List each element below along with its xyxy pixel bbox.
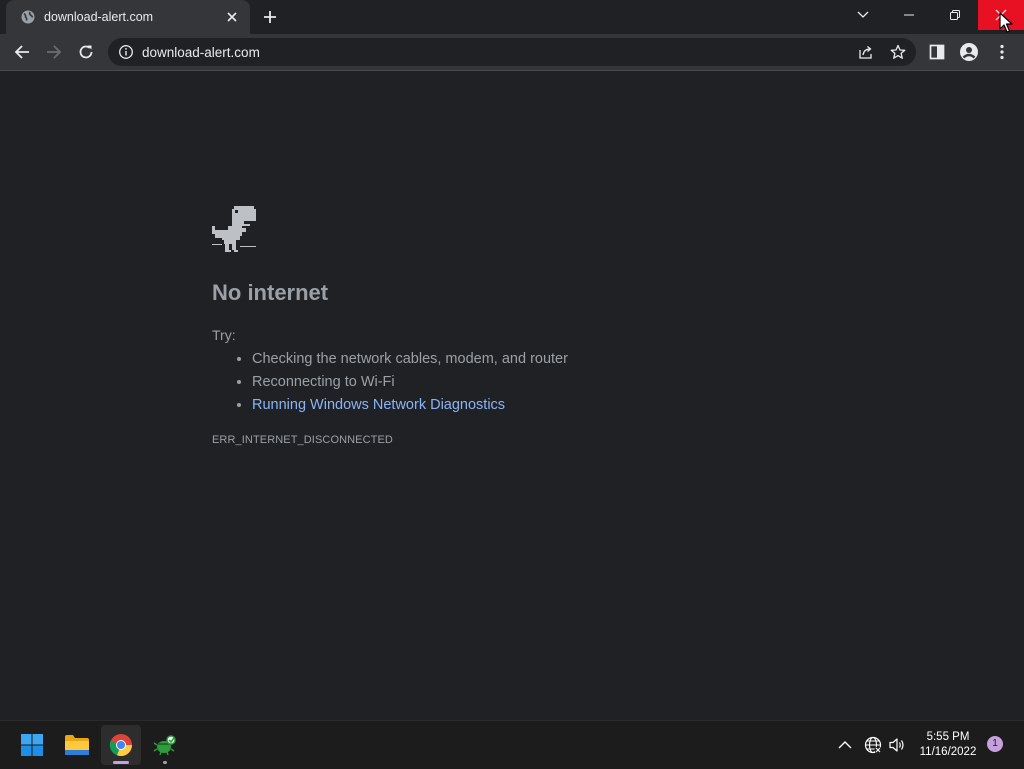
windows-start-icon[interactable] bbox=[12, 725, 52, 765]
system-clock[interactable]: 5:55 PM 11/16/2022 bbox=[916, 730, 980, 760]
clock-date: 11/16/2022 bbox=[919, 746, 977, 758]
error-code: ERR_INTERNET_DISCONNECTED bbox=[212, 434, 393, 446]
arrow-left-icon[interactable] bbox=[12, 42, 32, 62]
address-bar[interactable]: download-alert.com bbox=[108, 38, 916, 66]
list-item: Reconnecting to Wi-Fi bbox=[252, 371, 568, 394]
suggestion-list: Checking the network cables, modem, and … bbox=[212, 348, 568, 417]
side-panel-icon[interactable] bbox=[927, 42, 947, 62]
person-icon[interactable] bbox=[959, 42, 979, 62]
tab-strip: download-alert.com bbox=[0, 0, 1024, 34]
taskbar: 5:55 PM 11/16/2022 bbox=[0, 720, 1024, 769]
share-icon[interactable] bbox=[856, 42, 876, 62]
tab-title: download-alert.com bbox=[44, 10, 154, 24]
plus-icon[interactable] bbox=[262, 9, 278, 25]
dinosaur-icon bbox=[212, 206, 256, 252]
list-item: Running Windows Network Diagnostics bbox=[252, 394, 568, 417]
browser-toolbar: download-alert.com bbox=[0, 34, 1024, 71]
notification-badge[interactable]: 1 bbox=[987, 736, 1003, 752]
list-item: Checking the network cables, modem, and … bbox=[252, 348, 568, 371]
clock-time: 5:55 PM bbox=[926, 731, 970, 743]
close-icon[interactable] bbox=[224, 9, 240, 25]
network-diagnostics-link[interactable]: Running Windows Network Diagnostics bbox=[252, 397, 505, 413]
reload-icon[interactable] bbox=[76, 42, 96, 62]
bug-app-icon[interactable] bbox=[145, 725, 185, 765]
running-app-indicator bbox=[163, 761, 167, 764]
file-explorer-icon[interactable] bbox=[57, 725, 97, 765]
browser-tab[interactable]: download-alert.com bbox=[6, 0, 250, 34]
chrome-icon[interactable] bbox=[101, 725, 141, 765]
info-icon[interactable] bbox=[118, 44, 134, 60]
chevron-up-icon[interactable] bbox=[835, 735, 855, 755]
tab-search-chevron-icon[interactable] bbox=[840, 0, 886, 30]
speaker-icon[interactable] bbox=[887, 735, 907, 755]
restore-icon[interactable] bbox=[932, 0, 978, 30]
star-icon[interactable] bbox=[888, 42, 908, 62]
page-content: No internet Try: Checking the network ca… bbox=[0, 71, 1024, 720]
active-app-indicator bbox=[113, 761, 129, 764]
globe-icon bbox=[21, 10, 35, 24]
try-label: Try: bbox=[212, 327, 236, 343]
page-title: No internet bbox=[212, 280, 329, 305]
mouse-cursor-icon bbox=[999, 12, 1013, 33]
network-globe-icon[interactable] bbox=[863, 735, 883, 755]
arrow-right-icon[interactable] bbox=[44, 42, 64, 62]
minimize-icon[interactable] bbox=[886, 0, 932, 30]
url-text[interactable]: download-alert.com bbox=[142, 45, 260, 60]
kebab-menu-icon[interactable] bbox=[992, 42, 1012, 62]
